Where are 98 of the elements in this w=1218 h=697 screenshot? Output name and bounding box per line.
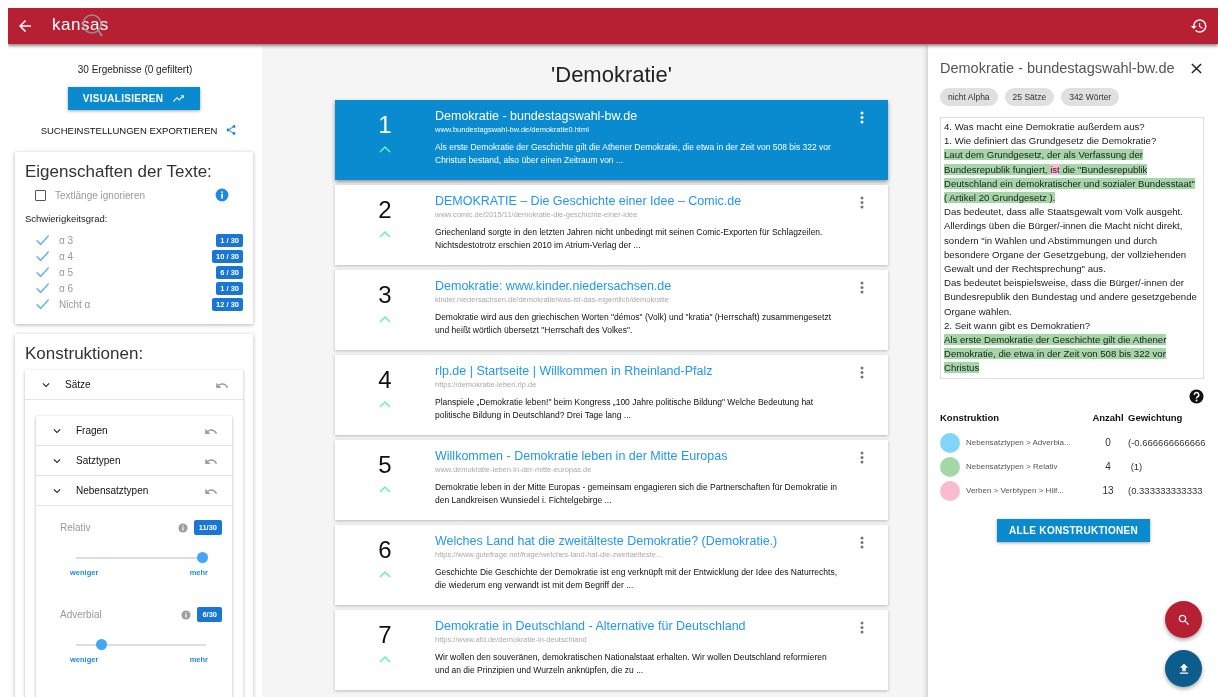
section-label: Schwierigkeitsgrad:: [25, 213, 109, 224]
help-icon[interactable]: [1189, 388, 1204, 404]
level-label: α 4: [59, 250, 74, 262]
search-query: 'Demokratie': [550, 62, 673, 88]
slider-label: Adverbial: [60, 609, 102, 620]
result-card[interactable]: [335, 100, 888, 180]
text-paragraph: Als erste Demokratie der Geschichte gilt die Athener Demokratie, die etwa in der Zeit von 508 bis 322 vor Christus: [944, 333, 1168, 376]
info-chip: 25 Sätze: [1004, 88, 1055, 106]
checkbox-label: Textlänge ignorieren: [55, 189, 146, 201]
accordion-header[interactable]: Sätze: [25, 370, 243, 400]
text-paragraph: Laut dem Grundgesetz, der als Verfassung der Bundesrepublik fungiert, ist die "Bundesrepublik Deutschland ein demokratischer und sozialer Bundesstaat" ( Artikel 20 Grundgesetz ).: [944, 148, 1196, 206]
rank-number: 7: [378, 621, 392, 649]
result-snippet: Als erste Demokratie der Geschichte gilt die Athener Demokratie, die etwa in der Zeit von 508 bis 322 vor Christus bestand, also über einen Zeitraum von ...: [435, 141, 832, 167]
text-paragraph: 1. Wie definiert das Grundgesetz die Demokratie?: [944, 134, 1158, 149]
result-card[interactable]: [335, 525, 888, 605]
app-logo: kansas: [52, 15, 109, 37]
weight-value: (-0.666666666666: [1128, 437, 1207, 449]
level-label: α 6: [59, 282, 74, 294]
detail-title: Demokratie - bundestagswahl-bw.de: [940, 60, 1176, 76]
result-title[interactable]: rlp.de | Startseite | Willkommen in Rheinland-Pfalz: [435, 363, 840, 379]
result-snippet: Geschichte Die Geschichte der Demokratie ist eng verknüpft mit der Entwicklung der Idee des Naturrechts, die wiederum eng verwandt ist mit dem Begriff der ...: [435, 566, 839, 592]
card-title: Eigenschaften der Texte:: [25, 162, 213, 182]
result-snippet: Demokratie leben in der Mitte Europas - gemeinsam engagieren sich die Partnerschaften für Demokratie in den Landkreisen Wunsiedel i. Fichtelgebirge ...: [435, 481, 839, 507]
result-title[interactable]: Demokratie: www.kinder.niedersachsen.de: [435, 278, 840, 294]
construction-name: Nebensatztypen > Adverbia...: [966, 438, 1071, 448]
search-button[interactable]: [1165, 601, 1202, 638]
text-paragraph: 4. Was macht eine Demokratie außerdem aus?: [944, 120, 1146, 134]
rank-number: 3: [378, 281, 392, 309]
slider-thumb[interactable]: [95, 639, 107, 650]
close-button[interactable]: [1191, 62, 1202, 74]
more-icon[interactable]: [860, 366, 864, 379]
more-icon[interactable]: [860, 621, 864, 634]
search-icon: [1176, 612, 1191, 627]
result-title[interactable]: DEMOKRATIE – Die Geschichte einer Idee – Comic.de: [435, 193, 840, 209]
level-label: α 3: [59, 234, 74, 246]
info-chip: 342 Wörter: [1061, 88, 1120, 106]
result-title[interactable]: Demokratie - bundestagswahl-bw.de: [435, 108, 840, 124]
chevron-up-icon[interactable]: [379, 145, 391, 154]
check-icon[interactable]: [35, 297, 51, 311]
all-constructions-button[interactable]: ALLE KONSTRUKTIONEN: [997, 518, 1150, 542]
result-snippet: Griechenland sorgte in den letzten Jahren nicht unbedingt mit seinen Comic-Exporten für Schlagzeilen. Nichtsdestotrotz erschien 2010 im Atrium-Verlag der ...: [435, 226, 824, 252]
slider-thumb[interactable]: [197, 552, 209, 563]
result-title[interactable]: Willkommen - Demokratie leben in der Mitte Europas: [435, 448, 840, 464]
level-label: α 5: [59, 266, 74, 278]
count-value: 0: [1104, 437, 1112, 449]
slider-label: Relativ: [60, 522, 91, 533]
result-title[interactable]: Welches Land hat die zweitälteste Demokratie? (Demokratie.): [435, 533, 840, 549]
count-value: 4: [1104, 461, 1112, 473]
result-card[interactable]: [335, 610, 888, 690]
result-card[interactable]: [335, 355, 888, 435]
rank-number: 5: [378, 451, 392, 479]
result-card[interactable]: [335, 270, 888, 350]
info-icon[interactable]: [181, 609, 192, 620]
level-label: Nicht α: [59, 298, 91, 310]
rank-number: 1: [378, 111, 392, 139]
text-paragraph: 2. Seit wann gibt es Demokratien?: [944, 318, 1092, 333]
info-icon[interactable]: [177, 522, 188, 533]
count-value: 13: [1101, 485, 1115, 497]
result-count: 30 Ergebnisse (0 gefiltert): [76, 64, 194, 75]
result-snippet: Planspiele „Demokratie leben!" beim Kongress „100 Jahre politische Bildung" Welche Bedeutung hat politische Bildung in Deutschland? Drei Tage lang ...: [435, 396, 815, 422]
text-paragraph: Das bedeutet beispielsweise, dass die Bürger/-innen der Bundesrepublik den Bundestag und andere gesetzgebende Organe wählen.: [944, 276, 1198, 319]
upload-button[interactable]: [1165, 650, 1202, 687]
accordion-header[interactable]: Fragen: [36, 416, 232, 446]
rank-number: 4: [378, 366, 392, 394]
more-icon[interactable]: [860, 536, 864, 549]
info-icon[interactable]: [215, 188, 229, 202]
result-snippet: Demokratie wird aus den griechischen Worten "démos" (Volk) und "kratia" (Herrschaft) zusammengesetzt und heißt wörtlich übersetzt "Herrschaft des Volkes".: [435, 311, 832, 337]
more-icon[interactable]: [860, 281, 864, 294]
more-icon[interactable]: [860, 451, 864, 464]
more-icon[interactable]: [860, 111, 864, 124]
construction-name: Verben > Verbtypen > Hilf...: [966, 486, 1064, 496]
result-snippet: Wir wollen den souveränen, demokratischen Nationalstaat erhalten. Wir wollen Deutschland reformieren und an die Prinzipien und Wurzeln anknüpfen, die zu ...: [435, 651, 828, 677]
accordion-header[interactable]: Nebensatztypen: [36, 476, 232, 506]
check-icon[interactable]: [35, 233, 51, 247]
share-icon[interactable]: [225, 124, 238, 136]
weight-value: (1): [1129, 461, 1144, 473]
result-title[interactable]: Demokratie in Deutschland - Alternative für Deutschland: [435, 618, 840, 634]
check-icon[interactable]: [35, 281, 51, 295]
construction-name: Nebensatztypen > Relativ: [966, 462, 1058, 472]
check-icon[interactable]: [35, 249, 51, 263]
column-header: Konstruktion: [940, 411, 1001, 425]
rank-number: 2: [378, 196, 392, 224]
result-card[interactable]: [335, 185, 888, 265]
check-icon[interactable]: [35, 265, 51, 279]
rank-number: 6: [378, 536, 392, 564]
column-header: Gewichtung: [1128, 411, 1184, 425]
column-header: Anzahl: [1091, 411, 1125, 425]
checkbox[interactable]: [35, 189, 46, 201]
card-title: Konstruktionen:: [25, 344, 145, 364]
info-chip: nicht Alpha: [940, 88, 998, 106]
accordion-header[interactable]: Satztypen: [36, 446, 232, 476]
export-link[interactable]: SUCHEINSTELLUNGEN EXPORTIEREN: [40, 124, 218, 136]
history-button[interactable]: [1190, 17, 1208, 35]
visualize-button[interactable]: VISUALISIEREN: [68, 87, 200, 110]
text-paragraph: Das bedeutet, dass alle Staatsgewalt vom Volk ausgeht. Allerdings üben die Bürger/-innen die Macht nicht direkt, sondern "in Wahlen und Abstimmungen und durch besondere Organe der Gesetzgebung, der vollziehenden Gewalt und der Rechtsprechung" aus.: [944, 205, 1188, 277]
result-card[interactable]: [335, 440, 888, 520]
more-icon[interactable]: [860, 196, 864, 209]
weight-value: (0.333333333333: [1128, 485, 1204, 497]
